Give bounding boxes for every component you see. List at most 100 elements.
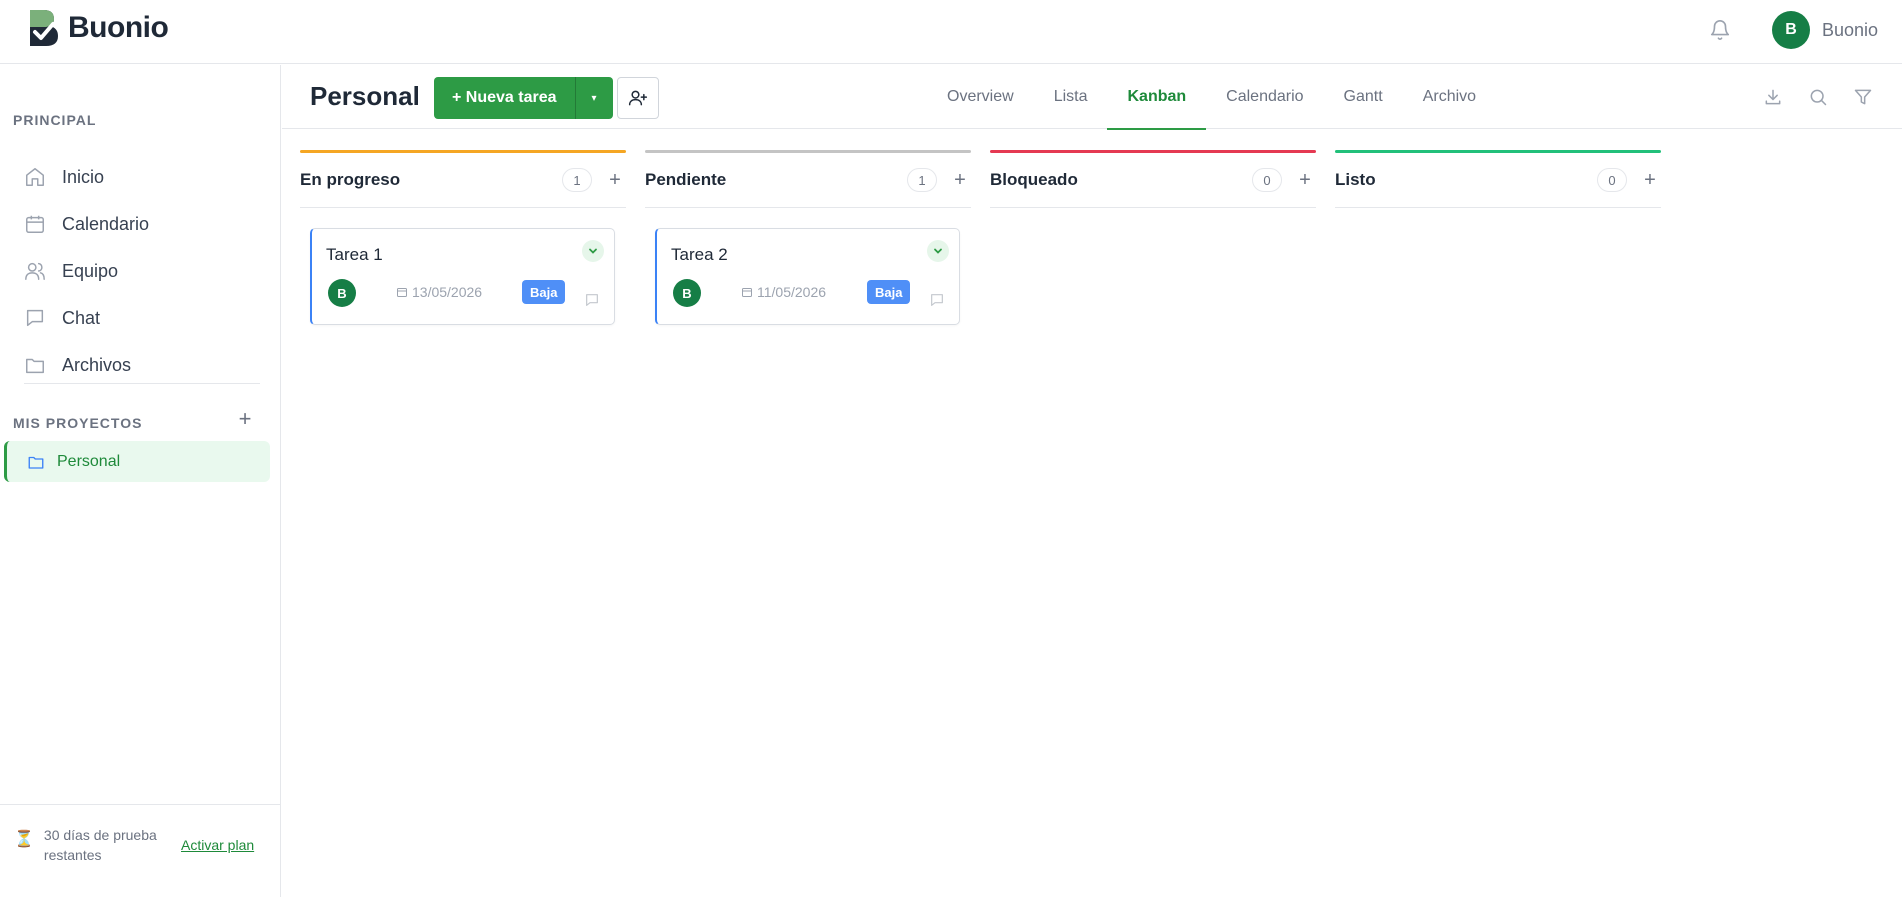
column-count: 0 <box>1597 168 1627 192</box>
column-header: Pendiente 1 + <box>645 153 971 208</box>
new-task-button[interactable]: + Nueva tarea <box>434 77 576 119</box>
column-actions: 0 + <box>1597 168 1661 192</box>
view-tabs: Overview Lista Kanban Calendario Gantt A… <box>927 65 1496 130</box>
task-expand-button[interactable] <box>582 240 604 262</box>
page-title: Personal <box>310 81 420 111</box>
column-actions: 0 + <box>1252 168 1316 192</box>
search-button[interactable] <box>1806 85 1830 109</box>
column-header: Listo 0 + <box>1335 153 1661 208</box>
task-expand-button[interactable] <box>927 240 949 262</box>
kanban-column-en-progreso: En progreso 1 + Tarea 1 B 13/05/2026 Baj… <box>300 150 626 325</box>
column-count: 1 <box>562 168 592 192</box>
task-due-date: 13/05/2026 <box>396 284 482 300</box>
column-header: En progreso 1 + <box>300 153 626 208</box>
priority-badge: Baja <box>522 280 566 304</box>
avatar[interactable]: B <box>328 279 356 307</box>
app-name: Buonio <box>68 11 169 44</box>
column-count: 0 <box>1252 168 1282 192</box>
avatar: B <box>1772 11 1810 49</box>
task-card[interactable]: Tarea 1 B 13/05/2026 Baja <box>310 228 615 325</box>
kanban-column-listo: Listo 0 + <box>1335 150 1661 208</box>
home-icon <box>26 168 44 186</box>
task-title: Tarea 1 <box>326 245 383 264</box>
comment-icon[interactable] <box>584 292 600 308</box>
column-title: Listo <box>1335 170 1376 189</box>
sidebar-item-label: Archivos <box>62 354 132 375</box>
column-count: 1 <box>907 168 937 192</box>
project-header: Personal + Nueva tarea ▾ Overview Lista … <box>282 65 1902 130</box>
search-icon <box>1810 89 1827 106</box>
tab-lista[interactable]: Lista <box>1034 65 1108 129</box>
filter-button[interactable] <box>1851 85 1875 109</box>
sidebar-item-chat[interactable]: Chat <box>24 300 100 336</box>
column-title: Bloqueado <box>990 170 1078 189</box>
add-task-button[interactable]: + <box>604 169 626 191</box>
new-task-button-group: + Nueva tarea ▾ <box>434 77 613 119</box>
kanban-column-pendiente: Pendiente 1 + Tarea 2 B 11/05/2026 Baja <box>645 150 971 325</box>
column-title: Pendiente <box>645 170 727 189</box>
project-label: Personal <box>57 452 121 470</box>
user-menu[interactable]: B Buonio <box>1772 11 1878 49</box>
app-logo[interactable]: Buonio <box>28 8 169 48</box>
column-header: Bloqueado 0 + <box>990 153 1316 208</box>
calendar-icon <box>26 215 44 233</box>
comment-icon[interactable] <box>929 292 945 308</box>
tab-archivo[interactable]: Archivo <box>1403 65 1496 129</box>
task-due-date: 11/05/2026 <box>741 284 826 300</box>
sidebar-item-calendario[interactable]: Calendario <box>24 206 149 242</box>
column-actions: 1 + <box>907 168 971 192</box>
tab-gantt[interactable]: Gantt <box>1324 65 1403 129</box>
tab-calendario[interactable]: Calendario <box>1206 65 1323 129</box>
filter-icon <box>1854 89 1872 105</box>
users-icon <box>25 262 45 280</box>
sidebar-item-label: Inicio <box>62 166 105 187</box>
hourglass-icon: ⏳ <box>14 831 34 848</box>
section-label-principal: PRINCIPAL <box>13 112 97 128</box>
task-date-text: 13/05/2026 <box>412 284 483 300</box>
chevron-down-icon <box>934 248 942 254</box>
new-task-dropdown-button[interactable]: ▾ <box>575 77 613 119</box>
task-card[interactable]: Tarea 2 B 11/05/2026 Baja <box>655 228 960 325</box>
chevron-down-icon <box>589 248 597 254</box>
export-button[interactable] <box>1761 85 1785 109</box>
column-title: En progreso <box>300 170 401 189</box>
folder-icon <box>26 358 44 374</box>
activate-plan-link[interactable]: Activar plan <box>181 837 254 853</box>
invite-member-button[interactable] <box>617 77 659 119</box>
chat-icon <box>26 309 44 327</box>
user-name: Buonio <box>1822 19 1879 40</box>
sidebar-item-inicio[interactable]: Inicio <box>24 159 104 195</box>
bell-icon <box>1710 20 1730 40</box>
task-title: Tarea 2 <box>671 245 728 264</box>
top-bar: Buonio B Buonio <box>0 0 1902 64</box>
sidebar: PRINCIPAL Inicio Calendario Equipo Chat … <box>0 65 281 897</box>
sidebar-item-equipo[interactable]: Equipo <box>24 253 118 289</box>
sidebar-item-archivos[interactable]: Archivos <box>24 347 131 383</box>
kanban-column-bloqueado: Bloqueado 0 + <box>990 150 1316 208</box>
add-task-button[interactable]: + <box>1639 169 1661 191</box>
logo-icon <box>30 10 58 46</box>
priority-badge: Baja <box>867 280 911 304</box>
section-label-projects: MIS PROYECTOS <box>13 415 143 431</box>
column-actions: 1 + <box>562 168 626 192</box>
download-icon <box>1765 89 1781 105</box>
calendar-icon <box>742 288 752 297</box>
trial-info: ⏳ 30 días de prueba restantes <box>14 825 169 865</box>
add-task-button[interactable]: + <box>1294 169 1316 191</box>
task-date-text: 11/05/2026 <box>757 284 827 300</box>
tab-overview[interactable]: Overview <box>927 65 1034 129</box>
sidebar-project-personal[interactable]: Personal <box>4 441 270 482</box>
trial-text: 30 días de prueba restantes <box>43 827 157 863</box>
tab-kanban[interactable]: Kanban <box>1107 65 1206 130</box>
sidebar-divider <box>24 383 260 384</box>
user-plus-icon <box>628 90 648 106</box>
folder-icon <box>28 456 44 469</box>
sidebar-item-label: Chat <box>62 307 101 328</box>
notifications-button[interactable] <box>1706 16 1734 44</box>
avatar[interactable]: B <box>673 279 701 307</box>
add-task-button[interactable]: + <box>949 169 971 191</box>
sidebar-item-label: Calendario <box>62 213 150 234</box>
add-project-button[interactable]: + <box>234 408 256 430</box>
trial-banner: ⏳ 30 días de prueba restantes Activar pl… <box>0 804 280 897</box>
sidebar-item-label: Equipo <box>62 260 119 281</box>
